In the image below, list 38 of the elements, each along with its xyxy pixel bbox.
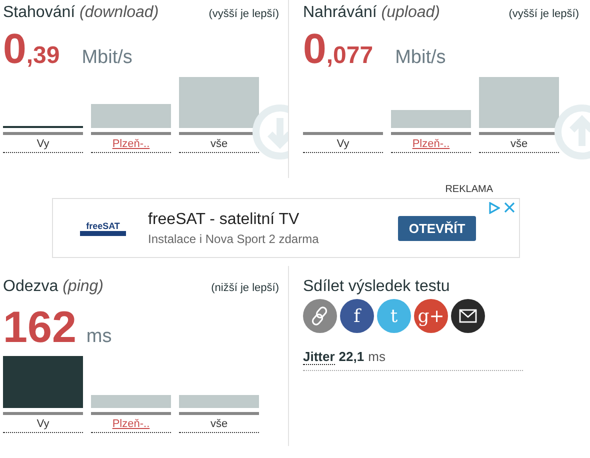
bar-label: vše: [510, 138, 528, 150]
hint-text: (vyšší je lepší): [508, 8, 579, 20]
location-link[interactable]: Plzeň-..: [112, 418, 150, 430]
unit-label: Mbit/s: [82, 47, 132, 69]
bar-label: Vy: [36, 138, 50, 150]
open-button[interactable]: OTEVŘÍT: [398, 216, 476, 240]
unit-label: Mbit/s: [395, 47, 446, 69]
hint-text: (nižší je lepší): [211, 282, 279, 294]
play-icon[interactable]: [488, 202, 500, 214]
email-icon[interactable]: [451, 299, 485, 333]
bar-label: Vy: [336, 138, 350, 150]
logo: freeSAT: [80, 220, 126, 236]
bar-label: vše: [210, 418, 228, 430]
location-link[interactable]: Plzeň-..: [412, 138, 450, 150]
ping-value: 162: [3, 306, 76, 350]
share-button[interactable]: t: [377, 299, 411, 333]
unit-label: ms: [368, 349, 386, 364]
speed-value: 0,077: [303, 28, 374, 70]
panel-title: Nahrávání (upload): [303, 4, 440, 22]
ad-title: freeSAT - satelitní TV: [148, 210, 300, 228]
unit-label: ms: [86, 326, 112, 348]
share-button[interactable]: f: [340, 299, 374, 333]
ad-banner[interactable]: freeSAT freeSAT - satelitní TV Instalace i Nova Sport 2 zdarma OTEVŘÍT: [52, 198, 520, 258]
share-button[interactable]: g+: [414, 299, 448, 333]
ad-text: Instalace i Nova Sport 2 zdarma: [148, 232, 320, 246]
ad-label: REKLAMA: [445, 184, 493, 195]
panel-title: Stahování (download): [3, 4, 159, 22]
bar-label: vše: [210, 138, 228, 150]
share-title: Sdílet výsledek testu: [303, 278, 450, 295]
close-icon[interactable]: [504, 202, 515, 213]
link-icon[interactable]: [303, 299, 337, 333]
hint-text: (vyšší je lepší): [208, 8, 279, 20]
speed-value: 0,39: [3, 28, 60, 70]
jitter-label: Jitter: [303, 349, 335, 365]
jitter-value: 22,1: [338, 349, 364, 364]
location-link[interactable]: Plzeň-..: [112, 138, 150, 150]
bar-label: Vy: [36, 418, 50, 430]
panel-title: Odezva (ping): [3, 278, 104, 296]
